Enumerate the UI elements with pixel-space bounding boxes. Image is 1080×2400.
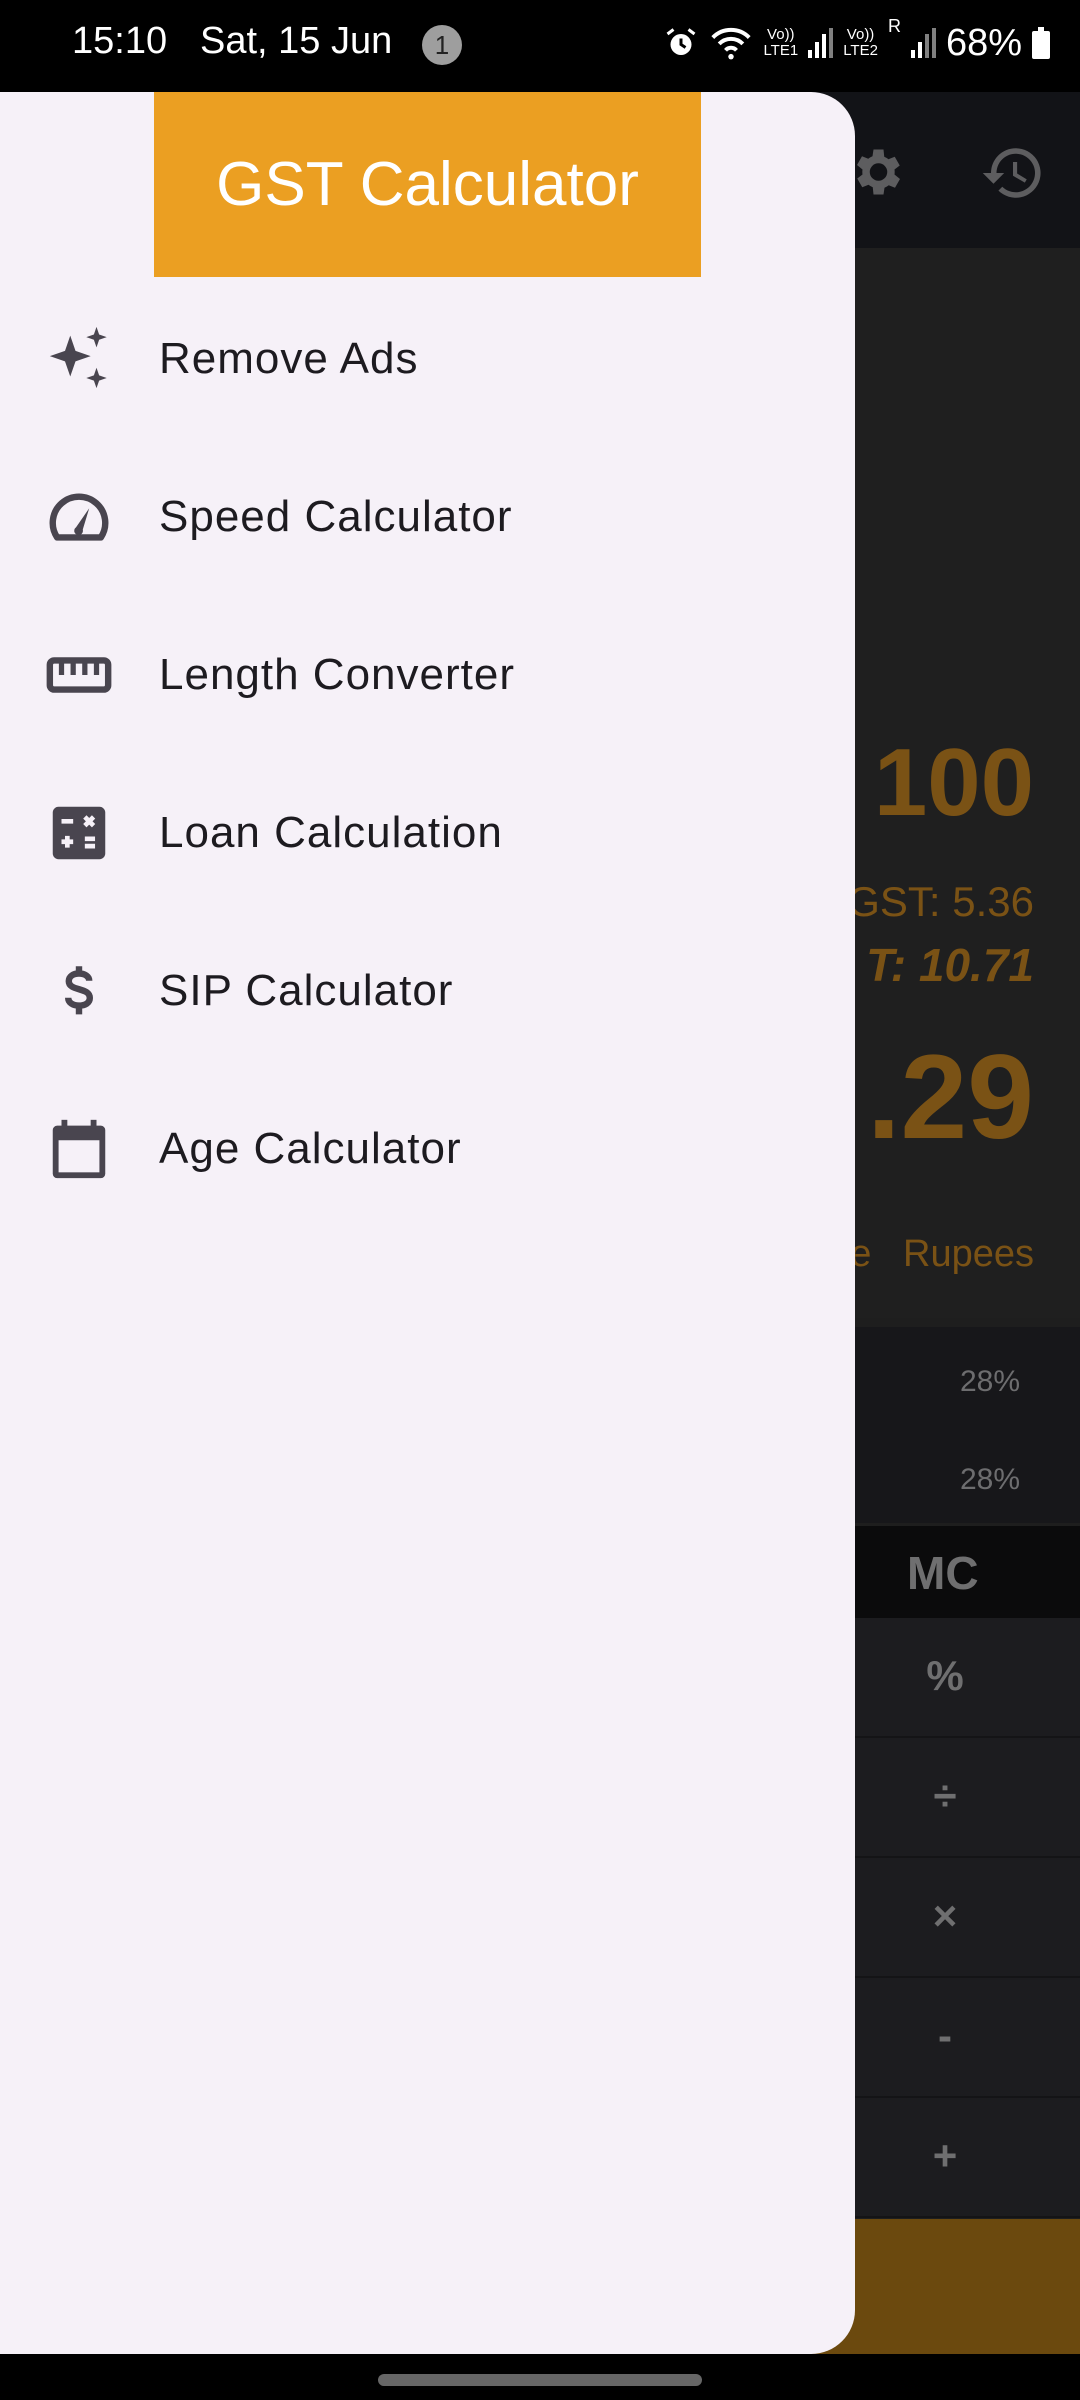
roaming-indicator: R xyxy=(887,16,901,36)
calculator-icon xyxy=(52,806,106,860)
drawer-item-speed-calculator[interactable]: Speed Calculator xyxy=(0,438,855,588)
drawer-item-label: SIP Calculator xyxy=(159,966,454,1015)
sim2-label: Vo)) LTE2 xyxy=(843,26,878,59)
status-date: Sat, 15 Jun xyxy=(200,20,393,62)
total-value: .29 xyxy=(867,1030,1034,1164)
percent-button[interactable]: % xyxy=(920,1652,970,1700)
drawer-item-age-calculator[interactable]: Age Calculator xyxy=(0,1070,855,1220)
plus-button[interactable]: + xyxy=(920,2132,970,2180)
ruler-icon xyxy=(46,657,112,693)
gst-value: T: 10.71 xyxy=(866,939,1034,991)
status-time: 15:10 xyxy=(72,20,168,62)
drawer-item-label: Age Calculator xyxy=(159,1124,462,1173)
battery-icon xyxy=(1032,27,1050,59)
cgst-value: GST: 5.36 xyxy=(847,878,1034,925)
multiply-button[interactable]: × xyxy=(920,1892,970,1940)
drawer-header: GST Calculator xyxy=(154,92,701,277)
minus-button[interactable]: - xyxy=(920,2012,970,2060)
wifi-icon xyxy=(711,27,752,60)
gesture-navigation-handle[interactable] xyxy=(378,2374,702,2386)
speedometer-icon xyxy=(49,493,109,541)
sim1-label: Vo)) LTE1 xyxy=(763,26,799,59)
history-icon[interactable] xyxy=(980,140,1046,206)
signal-icon xyxy=(910,28,936,58)
drawer-title: GST Calculator xyxy=(216,150,639,219)
drawer-item-remove-ads[interactable]: Remove Ads xyxy=(0,280,855,430)
drawer-item-length-converter[interactable]: Length Converter xyxy=(0,596,855,746)
divide-button[interactable]: ÷ xyxy=(920,1772,970,1820)
navigation-drawer: GST Calculator Remove Ads Speed Calculat… xyxy=(0,92,855,2354)
drawer-item-label: Length Converter xyxy=(159,650,515,699)
gst-rate-add-button[interactable]: 28% xyxy=(960,1365,1020,1399)
drawer-item-loan-calculation[interactable]: Loan Calculation xyxy=(0,754,855,904)
signal-icon xyxy=(808,28,834,58)
sparkles-icon xyxy=(49,326,107,389)
notification-count-badge: 1 xyxy=(422,25,462,65)
battery-percent: 68% xyxy=(945,21,1022,64)
drawer-item-sip-calculator[interactable]: SIP Calculator xyxy=(0,912,855,1062)
status-bar: 15:10 Sat, 15 Jun 1 Vo)) LTE1 Vo)) LTE2 R … xyxy=(0,0,1080,92)
memory-clear-button[interactable]: MC xyxy=(907,1546,979,1600)
drawer-item-label: Remove Ads xyxy=(159,334,419,383)
dollar-icon xyxy=(65,966,94,1015)
gst-rate-remove-button[interactable]: 28% xyxy=(960,1463,1020,1497)
amount-in-words: e Rupees xyxy=(850,1233,1034,1275)
alarm-icon xyxy=(667,28,696,55)
gear-icon[interactable] xyxy=(846,142,906,202)
calendar-icon xyxy=(52,1119,106,1179)
drawer-item-label: Loan Calculation xyxy=(159,808,503,857)
drawer-item-label: Speed Calculator xyxy=(159,492,513,541)
amount-value: 100 xyxy=(873,729,1034,836)
status-icons: Vo)) LTE1 Vo)) LTE2 R 68% xyxy=(663,16,1050,68)
